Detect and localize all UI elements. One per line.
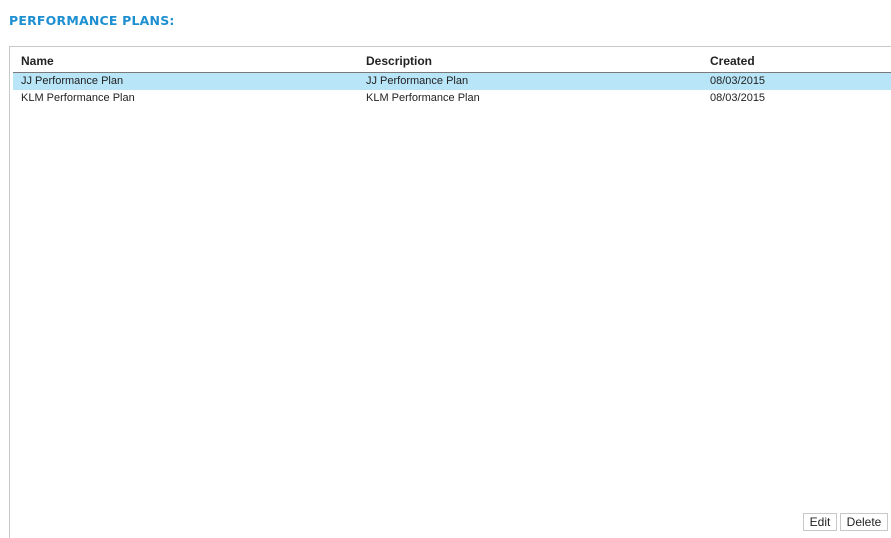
cell-name: JJ Performance Plan: [21, 75, 124, 87]
cell-name: KLM Performance Plan: [21, 92, 135, 104]
edit-button[interactable]: Edit: [803, 513, 837, 531]
column-header-description[interactable]: Description: [366, 54, 432, 68]
cell-created: 08/03/2015: [710, 92, 766, 104]
table-row[interactable]: KLM Performance Plan KLM Performance Pla…: [13, 90, 891, 107]
cell-description: KLM Performance Plan: [366, 92, 480, 104]
table-row[interactable]: JJ Performance Plan JJ Performance Plan …: [13, 73, 891, 90]
column-header-created[interactable]: Created: [710, 54, 755, 68]
cell-description: JJ Performance Plan: [366, 75, 469, 87]
cell-created: 08/03/2015: [710, 75, 766, 87]
grid-header: Name Description Created: [13, 47, 891, 73]
plans-panel: Name Description Created JJ Performance …: [9, 46, 891, 538]
grid-rows: JJ Performance Plan JJ Performance Plan …: [13, 73, 891, 107]
page-title: PERFORMANCE PLANS:: [9, 13, 175, 28]
column-header-name[interactable]: Name: [21, 54, 54, 68]
plans-grid: Name Description Created JJ Performance …: [13, 47, 891, 107]
delete-button[interactable]: Delete: [840, 513, 888, 531]
